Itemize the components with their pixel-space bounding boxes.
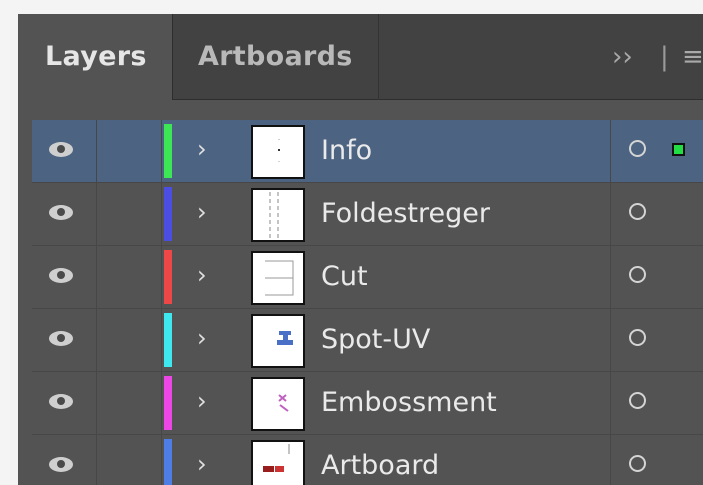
- layer-color-indicator: [164, 124, 172, 178]
- layer-color-indicator: [164, 187, 172, 241]
- chevron-right-icon[interactable]: ›: [197, 386, 207, 416]
- target-column: [610, 183, 703, 245]
- target-circle-icon[interactable]: [629, 203, 646, 220]
- lock-toggle[interactable]: [97, 183, 162, 245]
- target-circle-icon[interactable]: [629, 329, 646, 346]
- layer-thumbnail: [251, 188, 305, 242]
- layer-name[interactable]: Artboard: [321, 435, 439, 485]
- overflow-tabs-icon[interactable]: ››: [612, 42, 633, 72]
- eye-icon: [49, 394, 73, 409]
- visibility-toggle[interactable]: [32, 372, 97, 434]
- layer-row[interactable]: › Embossment: [32, 372, 703, 435]
- chevron-right-icon[interactable]: ›: [197, 134, 207, 164]
- eye-icon: [49, 205, 73, 220]
- eye-icon: [49, 457, 73, 472]
- chevron-right-icon[interactable]: ›: [197, 449, 207, 479]
- layer-row[interactable]: › Spot-UV: [32, 309, 703, 372]
- chevron-right-icon[interactable]: ›: [197, 260, 207, 290]
- lock-toggle[interactable]: [97, 120, 162, 182]
- lock-toggle[interactable]: [97, 435, 162, 485]
- layer-color-indicator: [164, 250, 172, 304]
- target-column: [610, 246, 703, 308]
- selection-square-icon[interactable]: [672, 143, 685, 156]
- visibility-toggle[interactable]: [32, 120, 97, 182]
- target-circle-icon[interactable]: [629, 455, 646, 472]
- layer-row[interactable]: › Cut: [32, 246, 703, 309]
- target-column: [610, 435, 703, 485]
- layer-thumbnail: [251, 377, 305, 431]
- tab-artboards-label: Artboards: [198, 41, 353, 72]
- layer-name[interactable]: Cut: [321, 246, 368, 308]
- visibility-toggle[interactable]: [32, 183, 97, 245]
- layer-name[interactable]: Spot-UV: [321, 309, 430, 371]
- layer-thumbnail: [251, 251, 305, 305]
- layers-panel: Layers Artboards ›› | ≡ › Info › Foldest…: [18, 14, 703, 485]
- target-circle-icon[interactable]: [629, 266, 646, 283]
- layer-name[interactable]: Info: [321, 120, 372, 182]
- eye-icon: [49, 142, 73, 157]
- lock-toggle[interactable]: [97, 246, 162, 308]
- tab-layers-label: Layers: [45, 41, 147, 72]
- tab-layers[interactable]: Layers: [18, 14, 173, 100]
- visibility-toggle[interactable]: [32, 246, 97, 308]
- divider: |: [660, 42, 669, 72]
- layer-row[interactable]: › Info: [32, 120, 703, 183]
- chevron-right-icon[interactable]: ›: [197, 197, 207, 227]
- eye-icon: [49, 331, 73, 346]
- tab-bar: Layers Artboards ›› | ≡: [18, 14, 703, 100]
- layer-name[interactable]: Embossment: [321, 372, 497, 434]
- tab-artboards[interactable]: Artboards: [173, 14, 379, 100]
- chevron-right-icon[interactable]: ›: [197, 323, 207, 353]
- target-circle-icon[interactable]: [629, 392, 646, 409]
- layer-thumbnail: [251, 440, 305, 485]
- tab-controls: ›› | ≡: [612, 14, 703, 100]
- layer-name[interactable]: Foldestreger: [321, 183, 490, 245]
- eye-icon: [49, 268, 73, 283]
- layer-color-indicator: [164, 313, 172, 367]
- layer-row[interactable]: › Artboard: [32, 435, 703, 485]
- visibility-toggle[interactable]: [32, 435, 97, 485]
- lock-toggle[interactable]: [97, 372, 162, 434]
- lock-toggle[interactable]: [97, 309, 162, 371]
- layer-thumbnail: [251, 125, 305, 179]
- visibility-toggle[interactable]: [32, 309, 97, 371]
- layer-color-indicator: [164, 376, 172, 430]
- target-column: [610, 120, 703, 182]
- layer-row[interactable]: › Foldestreger: [32, 183, 703, 246]
- target-circle-icon[interactable]: [629, 140, 646, 157]
- target-column: [610, 372, 703, 434]
- panel-menu-icon[interactable]: ≡: [682, 14, 703, 100]
- layer-list: › Info › Foldestreger › Cut › Spot-UV › …: [32, 120, 703, 485]
- layer-color-indicator: [164, 439, 172, 485]
- target-column: [610, 309, 703, 371]
- layer-thumbnail: [251, 314, 305, 368]
